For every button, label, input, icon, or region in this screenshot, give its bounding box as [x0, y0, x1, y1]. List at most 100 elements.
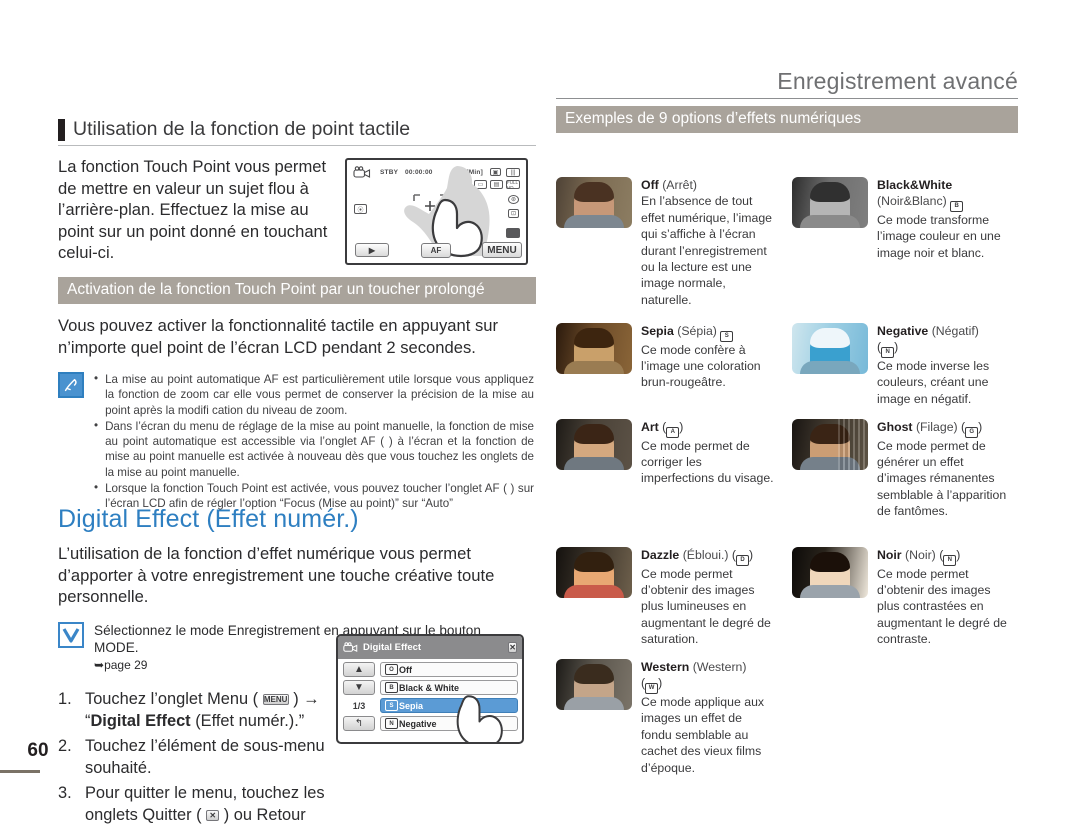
step-item-1: 1. Touchez l’onglet Menu ( MENU ) → “Dig… — [58, 688, 326, 732]
step-number: 2. — [58, 737, 72, 755]
effect-noir-icon: N — [943, 554, 957, 566]
effect-dazzle-icon: D — [736, 554, 750, 566]
effect-name: Western — [641, 660, 690, 674]
lcd-preview-screen: STBY 00:00:00 [307Min] ▣ ||| 9999 ▭ ▤ FU… — [345, 158, 528, 265]
menu-option-black-and-white[interactable]: B Black & White — [380, 680, 518, 695]
menu-titlebar: Digital Effect ✕ — [338, 636, 522, 659]
note-text: Dans l’écran du menu de réglage de la mi… — [105, 419, 534, 479]
menu-page-indicator: 1/3 — [352, 700, 366, 711]
effect-thumbnail-dazzle — [556, 547, 632, 598]
effect-alt-name: (Négatif) — [931, 324, 979, 338]
effect-alt-name: (Arrêt) — [662, 178, 698, 192]
step-item-2: 2. Touchez l’élément de sous-menu souhai… — [58, 735, 326, 779]
check-glyph — [62, 627, 80, 643]
effect-negative-icon: N — [881, 346, 895, 358]
effect-card-noir: Noir (Noir) (N) Ce mode permet d’obtenir… — [792, 547, 1010, 648]
step-item-3: 3. Pour quitter le menu, touchez les ong… — [58, 782, 326, 827]
menu-scroll-down-button[interactable]: ▼ — [343, 680, 375, 695]
effect-card-art: Art (A) Ce mode permet de corriger les i… — [556, 419, 774, 487]
step-bold-label: Digital Effect — [90, 712, 191, 730]
menu-sidebar: ▲ ▼ 1/3 ↰ — [342, 662, 376, 742]
note-pen-icon — [58, 372, 84, 398]
effect-card-negative: Negative (Négatif) (N) Ce mode inverse l… — [792, 323, 1010, 407]
effect-name: Sepia — [641, 324, 674, 338]
effect-text-ghost: Ghost (Filage) (G) Ce mode permet de gén… — [877, 420, 1007, 519]
effect-description: Ce mode permet de générer un effet d’ima… — [877, 438, 1007, 519]
effect-description: Ce mode permet de corriger les imperfect… — [641, 438, 774, 486]
camcorder-icon — [343, 642, 358, 653]
effect-sepia-icon: S — [720, 330, 734, 342]
anti-shake-icon: ⊛ — [508, 195, 519, 204]
effect-alt-name: (Noir&Blanc) — [877, 194, 947, 209]
effect-card-western: Western (Western) (W) Ce mode applique a… — [556, 659, 774, 776]
note-block: • La mise au point automatique AF est pa… — [58, 372, 536, 513]
effect-thumbnail-off — [556, 177, 632, 228]
effects-grid: Off (Arrêt) En l’absence de tout effet n… — [556, 147, 1018, 827]
effect-card-sepia: Sepia (Sépia) S Ce mode confère à l’imag… — [556, 323, 774, 391]
menu-title: Digital Effect — [363, 642, 422, 653]
step-text: Pour quitter le menu, touchez les onglet… — [85, 782, 326, 827]
effect-negative-icon: N — [385, 718, 398, 729]
tip-page-ref-label: page 29 — [104, 657, 148, 672]
effect-thumbnail-sepia — [556, 323, 632, 374]
menu-option-label: Negative — [399, 718, 437, 729]
effect-thumbnail-negative — [792, 323, 868, 374]
effect-name: Negative — [877, 324, 929, 338]
step-quote-rest: (Effet numér.).” — [190, 712, 305, 730]
step-number: 3. — [58, 784, 72, 802]
effect-description: Ce mode confère à l’image une coloration… — [641, 342, 761, 390]
effect-name: Off — [641, 178, 659, 192]
checkmark-icon — [58, 621, 84, 648]
effect-text-sepia: Sepia (Sépia) S Ce mode confère à l’imag… — [641, 323, 774, 391]
effect-ghost-icon: G — [965, 426, 979, 438]
effect-text-negative: Negative (Négatif) (N) Ce mode inverse l… — [877, 324, 990, 406]
page-number: 60 — [27, 740, 49, 761]
effect-bw-icon: B — [385, 682, 398, 693]
lcd-status-stby: STBY — [380, 169, 399, 176]
effect-art-icon: A — [666, 426, 680, 438]
effect-text-black-and-white: Black&White (Noir&Blanc) B Ce mode trans… — [877, 177, 1010, 261]
note-list: • La mise au point automatique AF est pa… — [94, 372, 534, 513]
effect-alt-name: (Western) — [692, 660, 747, 674]
menu-back-button[interactable]: ↰ — [343, 716, 375, 731]
menu-option-label: Black & White — [399, 682, 460, 693]
lcd-af-button[interactable]: AF — [421, 243, 451, 258]
arrow-right-icon: ➥ — [94, 657, 105, 672]
section-heading-touch-point: Utilisation de la fonction de point tact… — [58, 118, 536, 146]
effect-name: Black&White — [877, 178, 953, 192]
note-text: La mise au point automatique AF est part… — [105, 373, 534, 417]
step-text-mid: ) ou Retour — [223, 806, 306, 824]
touch-point-paragraph: La fonction Touch Point vous permet de m… — [58, 157, 328, 262]
section-touch-point-activation: Activation de la fonction Touch Point pa… — [58, 277, 536, 513]
effect-description: Ce mode inverse les couleurs, créant une… — [877, 358, 990, 406]
header-divider — [556, 98, 1018, 99]
effect-card-ghost: Ghost (Filage) (G) Ce mode permet de gén… — [792, 419, 1010, 520]
effect-name: Ghost — [877, 420, 913, 434]
effect-sepia-icon: S — [385, 700, 398, 711]
lcd-play-button[interactable]: ▶ — [355, 243, 389, 257]
effect-text-dazzle: Dazzle (Ébloui.) (D) Ce mode permet d’ob… — [641, 548, 771, 647]
effect-name: Dazzle — [641, 548, 680, 562]
band-heading-examples: Exemples de 9 options d’effets numérique… — [556, 106, 1018, 133]
page-title: Enregistrement avancé — [777, 68, 1018, 94]
effect-thumbnail-ghost — [792, 419, 868, 470]
menu-scroll-up-button[interactable]: ▲ — [343, 662, 375, 677]
menu-close-icon[interactable]: ✕ — [508, 642, 517, 653]
effect-off-icon: O — [385, 664, 398, 675]
menu-option-off[interactable]: O Off — [380, 662, 518, 677]
pen-glyph — [64, 378, 77, 392]
right-column: Exemples de 9 options d’effets numérique… — [556, 106, 1018, 827]
section-heading-label: Utilisation de la fonction de point tact… — [73, 118, 411, 140]
menu-option-label: Off — [399, 664, 412, 675]
effect-name: Noir — [877, 548, 902, 562]
effect-alt-name: (Filage) — [915, 420, 958, 434]
effect-bw-icon: B — [950, 200, 964, 212]
close-icon[interactable]: ✕ — [206, 810, 220, 822]
lcd-menu-button[interactable]: MENU — [482, 242, 522, 258]
effect-text-noir: Noir (Noir) (N) Ce mode permet d’obtenir… — [877, 548, 1007, 647]
manual-page: Enregistrement avancé Utilisation de la … — [0, 0, 1080, 827]
video-light-icon: ⊡ — [508, 209, 519, 218]
menu-key-icon[interactable]: MENU — [262, 694, 289, 706]
effect-description: En l’absence de tout effet numérique, l’… — [641, 194, 773, 307]
steps-list: 1. Touchez l’onglet Menu ( MENU ) → “Dig… — [58, 688, 326, 827]
